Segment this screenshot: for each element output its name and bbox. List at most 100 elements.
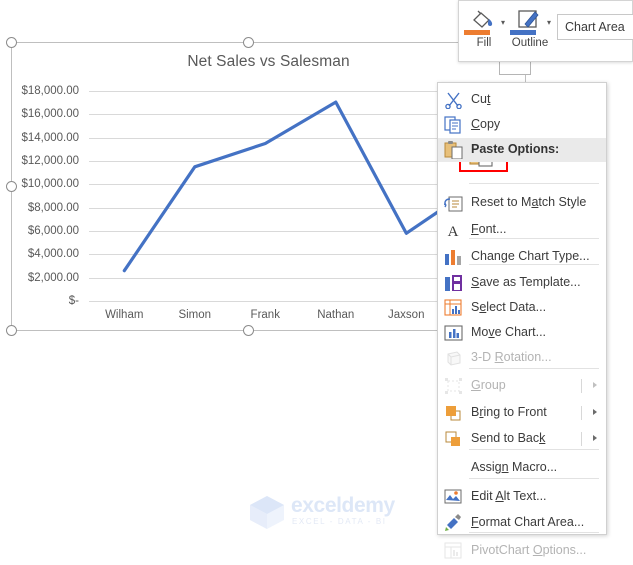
- submenu-arrow-icon[interactable]: [593, 435, 597, 441]
- submenu-arrow-icon: [593, 382, 597, 388]
- menu-item-edit-alt-text[interactable]: Edit Alt Text...: [438, 485, 606, 509]
- menu-separator: [469, 238, 599, 239]
- menu-item-send-to-back[interactable]: Send to Back: [438, 427, 606, 451]
- y-axis-tick-label: $16,000.00: [21, 108, 79, 121]
- menu-item-label: 3-D Rotation...: [471, 350, 552, 364]
- selection-handle-bottom-center[interactable]: [243, 325, 254, 336]
- menu-item-label: Edit Alt Text...: [471, 489, 547, 503]
- menu-item-label: Reset to Match Style: [471, 195, 587, 209]
- y-axis-tick-label: $10,000.00: [21, 178, 79, 191]
- menu-separator: [469, 449, 599, 450]
- reset-style-icon: [443, 194, 463, 212]
- menu-item-label: Send to Back: [471, 431, 546, 445]
- menu-item-label: Font...: [471, 222, 507, 236]
- menu-item-bring-to-front[interactable]: Bring to Front: [438, 401, 606, 425]
- group-icon: [444, 377, 463, 395]
- submenu-divider: [581, 432, 582, 446]
- menu-item-copy[interactable]: Copy: [438, 113, 606, 137]
- fill-label: Fill: [476, 37, 492, 49]
- menu-item-3-d-rotation: 3-D Rotation...: [438, 346, 606, 370]
- menu-item-change-chart-type[interactable]: Change Chart Type...: [438, 245, 606, 269]
- x-axis-tick-label: Simon: [178, 309, 212, 321]
- mini-toolbar: ▾ Fill ▾ Outline Chart Area ▾: [458, 0, 633, 62]
- menu-item-pivotchart-options: PivotChart Options...: [438, 539, 606, 563]
- menu-separator: [469, 264, 599, 265]
- chart-element-selector[interactable]: Chart Area ▾: [557, 14, 633, 40]
- scissors-icon: [444, 91, 463, 110]
- copy-icon: [444, 116, 463, 134]
- menu-item-label: Cut: [471, 92, 491, 106]
- x-axis-tick-label: Nathan: [317, 309, 355, 321]
- x-axis-tick-label: Jaxson: [388, 309, 425, 321]
- y-axis-tick-label: $18,000.00: [21, 85, 79, 97]
- chart-title[interactable]: Net Sales vs Salesman: [12, 53, 525, 71]
- menu-separator: [469, 183, 599, 184]
- chart-element-selector-value: Chart Area: [565, 20, 625, 34]
- watermark-tagline: EXCEL - DATA - BI: [292, 517, 387, 526]
- send-back-icon: [444, 430, 463, 448]
- menu-item-label: Change Chart Type...: [471, 249, 590, 263]
- y-axis-tick-label: $2,000.00: [27, 271, 79, 284]
- context-menu: Cut Copy Paste Options: Reset to Match Styl…: [437, 82, 607, 559]
- watermark-name: exceldemy: [291, 494, 395, 517]
- menu-item-save-as-template[interactable]: Save as Template...: [438, 271, 606, 295]
- y-axis-tick-label: $6,000.00: [27, 225, 79, 237]
- menu-separator: [469, 532, 599, 533]
- menu-separator: [469, 478, 599, 479]
- submenu-divider: [581, 379, 582, 393]
- menu-item-assign-macro[interactable]: Assign Macro...: [438, 456, 606, 480]
- fill-dropdown-caret[interactable]: ▾: [501, 18, 505, 27]
- y-axis-tick-label: $4,000.00: [27, 248, 79, 261]
- selection-handle-top-left[interactable]: [6, 37, 17, 48]
- chart-type-icon: [444, 248, 463, 266]
- y-axis[interactable]: $18,000.00 $16,000.00 $14,000.00 $12,000.00…: [12, 83, 84, 309]
- y-axis-tick-label: $-: [68, 295, 79, 307]
- bring-front-icon: [444, 404, 463, 422]
- menu-item-group: Group: [438, 374, 606, 398]
- submenu-arrow-icon[interactable]: [593, 409, 597, 415]
- font-a-icon: A: [444, 221, 463, 240]
- exceldemy-watermark: exceldemy EXCEL - DATA - BI: [246, 492, 395, 532]
- fill-button[interactable]: ▾ Fill: [461, 4, 507, 58]
- outline-button[interactable]: ▾ Outline: [507, 4, 553, 58]
- x-axis-tick-label: Frank: [250, 309, 280, 321]
- selection-handle-top-center[interactable]: [243, 37, 254, 48]
- menu-item-label: Save as Template...: [471, 275, 581, 289]
- y-axis-tick-label: $8,000.00: [27, 201, 79, 214]
- save-template-icon: [444, 274, 463, 292]
- select-data-icon: [444, 299, 463, 317]
- menu-item-label: Select Data...: [471, 300, 547, 314]
- svg-text:A: A: [448, 224, 459, 239]
- move-chart-icon: [444, 324, 463, 342]
- menu-item-label: Format Chart Area...: [471, 515, 585, 529]
- selection-handle-middle-left[interactable]: [6, 181, 17, 192]
- paste-icon: [444, 141, 463, 160]
- submenu-divider: [581, 406, 582, 420]
- menu-item-label: Paste Options:: [471, 142, 560, 156]
- outline-dropdown-caret[interactable]: ▾: [547, 18, 551, 27]
- menu-item-label: PivotChart Options...: [471, 543, 587, 557]
- rotation-3d-icon: [444, 349, 463, 367]
- y-axis-tick-label: $12,000.00: [21, 155, 79, 167]
- selection-handle-bottom-left[interactable]: [6, 325, 17, 336]
- x-axis-tick-label: Wilham: [105, 309, 144, 321]
- menu-item-cut[interactable]: Cut: [438, 88, 606, 112]
- menu-item-paste-options[interactable]: Paste Options:: [438, 138, 606, 162]
- outline-label: Outline: [511, 37, 549, 49]
- menu-item-move-chart[interactable]: Move Chart...: [438, 321, 606, 345]
- fill-color-swatch[interactable]: [464, 30, 490, 35]
- menu-item-label: Copy: [471, 117, 501, 131]
- outline-color-swatch[interactable]: [510, 30, 536, 35]
- pivotchart-icon: [444, 542, 463, 560]
- partial-button-below-toolbar[interactable]: [499, 61, 531, 75]
- exceldemy-logo-icon: [250, 496, 284, 529]
- format-chart-icon: [444, 514, 463, 532]
- menu-item-label: Group: [471, 378, 506, 392]
- y-axis-tick-label: $14,000.00: [21, 131, 79, 144]
- menu-item-label: Move Chart...: [471, 325, 547, 339]
- menu-item-select-data[interactable]: Select Data...: [438, 296, 606, 320]
- alt-text-icon: [444, 488, 463, 506]
- menu-item-label: Assign Macro...: [471, 460, 558, 474]
- menu-item-label: Bring to Front: [471, 405, 547, 419]
- menu-item-reset-to-match-style[interactable]: Reset to Match Style: [438, 191, 606, 215]
